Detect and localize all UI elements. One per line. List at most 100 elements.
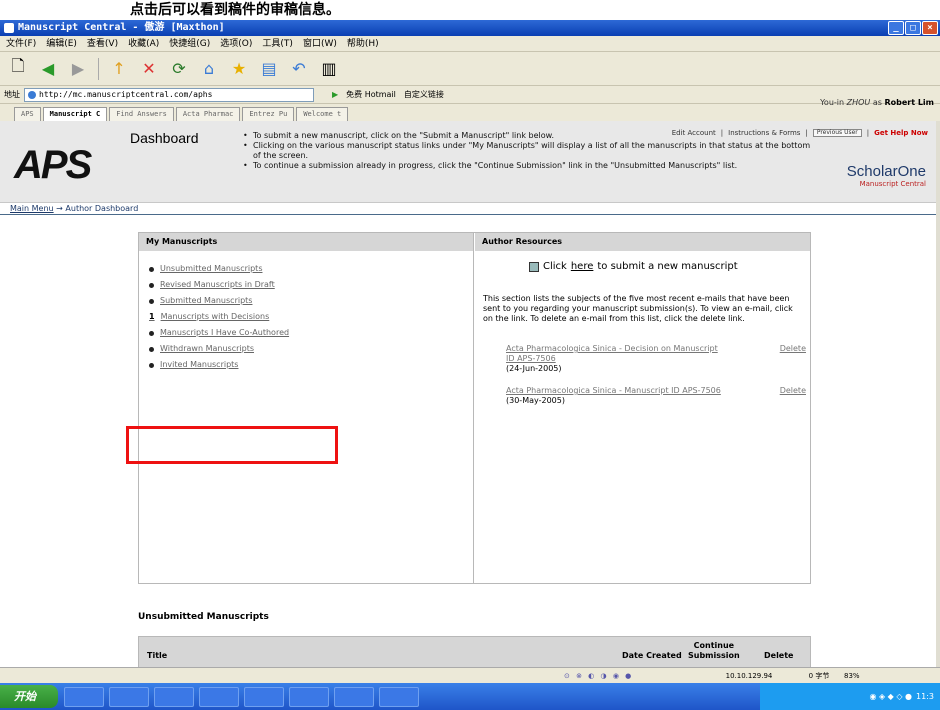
back-icon[interactable]: ◀ bbox=[36, 57, 60, 81]
status-bytes: 0 字节 bbox=[808, 672, 830, 680]
history-icon[interactable]: ▤ bbox=[257, 57, 281, 81]
manuscript-status-link[interactable]: Invited Manuscripts bbox=[149, 357, 473, 373]
address-label: 地址 bbox=[4, 90, 20, 99]
my-manuscripts-panel: My Manuscripts Unsubmitted Manuscripts R… bbox=[139, 233, 474, 583]
menu-help[interactable]: 帮助(H) bbox=[347, 36, 379, 51]
instructions-list: To submit a new manuscript, click on the… bbox=[243, 131, 818, 171]
brand-name: ScholarOne bbox=[846, 163, 926, 180]
start-button[interactable]: 开始 bbox=[0, 685, 58, 708]
maximize-button[interactable]: □ bbox=[905, 21, 921, 35]
breadcrumb-current: Author Dashboard bbox=[65, 204, 139, 213]
breadcrumb: Main Menu → Author Dashboard bbox=[0, 203, 936, 215]
tab-entrez[interactable]: Entrez Pu bbox=[242, 107, 295, 121]
task-button[interactable] bbox=[199, 686, 239, 707]
go-icon[interactable]: ▶ bbox=[332, 90, 338, 99]
menu-edit[interactable]: 编辑(E) bbox=[46, 36, 77, 51]
submit-here-link[interactable]: here bbox=[571, 261, 594, 272]
minimize-button[interactable]: _ bbox=[888, 21, 904, 35]
col-title[interactable]: Title bbox=[147, 651, 167, 660]
title-bar: Manuscript Central - 傲游 [Maxthon] _ □ × bbox=[0, 20, 940, 36]
manuscript-status-link[interactable]: Unsubmitted Manuscripts bbox=[149, 261, 473, 277]
author-resources-panel: Author Resources Click here to submit a … bbox=[475, 233, 810, 583]
get-help-link[interactable]: Get Help Now bbox=[874, 129, 928, 137]
task-button[interactable] bbox=[334, 686, 374, 707]
previous-user-button[interactable]: Previous User bbox=[812, 129, 862, 137]
highlight-box bbox=[126, 426, 338, 464]
system-tray: ◉ ◈ ◆ ◇ ● 11:3 bbox=[760, 683, 940, 710]
tab-welcome[interactable]: Welcome t bbox=[296, 107, 349, 121]
menu-options[interactable]: 选项(O) bbox=[220, 36, 252, 51]
task-button[interactable] bbox=[379, 686, 419, 707]
menu-groups[interactable]: 快捷组(G) bbox=[169, 36, 210, 51]
window-title: Manuscript Central - 傲游 [Maxthon] bbox=[18, 22, 225, 33]
logged-in-status: You-in ZHOU as Robert Lim bbox=[820, 98, 934, 107]
menu-window[interactable]: 窗口(W) bbox=[303, 36, 337, 51]
col-delete[interactable]: Delete bbox=[764, 651, 793, 660]
link-hotmail[interactable]: 免费 Hotmail bbox=[346, 89, 396, 100]
brand-subtitle: Manuscript Central bbox=[859, 180, 926, 188]
task-button[interactable] bbox=[244, 686, 284, 707]
user-name: Robert Lim bbox=[884, 98, 934, 107]
clock: 11:3 bbox=[916, 692, 934, 701]
manuscript-status-link[interactable]: Withdrawn Manuscripts bbox=[149, 341, 473, 357]
status-ip: 10.10.129.94 bbox=[725, 672, 773, 680]
vertical-scrollbar[interactable] bbox=[936, 121, 940, 667]
tab-aps[interactable]: APS bbox=[14, 107, 41, 121]
close-button[interactable]: × bbox=[922, 21, 938, 35]
page-caption: 点击后可以看到稿件的审稿信息。 bbox=[0, 0, 940, 20]
col-continue[interactable]: Continue Submission bbox=[688, 641, 740, 661]
stop-icon[interactable]: ✕ bbox=[137, 57, 161, 81]
forward-icon[interactable]: ▶ bbox=[66, 57, 90, 81]
tray-icons[interactable]: ◉ ◈ ◆ ◇ ● bbox=[869, 692, 912, 701]
email-delete-link[interactable]: Delete bbox=[780, 344, 806, 354]
task-button[interactable] bbox=[109, 686, 149, 707]
tab-manuscript-central[interactable]: Manuscript C bbox=[42, 107, 108, 121]
dashboard-panels: My Manuscripts Unsubmitted Manuscripts R… bbox=[138, 232, 811, 584]
undo-close-icon[interactable]: ↶ bbox=[287, 57, 311, 81]
task-button[interactable] bbox=[154, 686, 194, 707]
col-date-created[interactable]: Date Created bbox=[622, 651, 682, 660]
document-icon bbox=[529, 261, 539, 272]
new-window-icon[interactable]: 🗋 bbox=[6, 56, 30, 81]
instruction-item: To continue a submission already in prog… bbox=[243, 161, 818, 171]
manuscript-status-link[interactable]: Submitted Manuscripts bbox=[149, 293, 473, 309]
tab-bar: APS Manuscript C Find Answers Acta Pharm… bbox=[0, 104, 940, 122]
manuscript-status-link[interactable]: Revised Manuscripts in Draft bbox=[149, 277, 473, 293]
link-custom[interactable]: 自定义链接 bbox=[404, 89, 444, 100]
unsubmitted-heading: Unsubmitted Manuscripts bbox=[138, 612, 269, 622]
toolbar: 🗋 ◀ ▶ ↑ ✕ ⟳ ⌂ ★ ▤ ↶ ▥ bbox=[0, 52, 940, 86]
instruction-item: To submit a new manuscript, click on the… bbox=[243, 131, 818, 141]
taskbar: 开始 ◉ ◈ ◆ ◇ ● 11:3 bbox=[0, 683, 940, 710]
url-input[interactable]: http://mc.manuscriptcentral.com/aphs bbox=[24, 87, 314, 102]
tab-find-answers[interactable]: Find Answers bbox=[109, 107, 174, 121]
menu-tools[interactable]: 工具(T) bbox=[262, 36, 293, 51]
menu-file[interactable]: 文件(F) bbox=[6, 36, 36, 51]
my-manuscripts-heading: My Manuscripts bbox=[139, 233, 473, 251]
favorites-star-icon[interactable]: ★ bbox=[227, 57, 251, 81]
refresh-icon[interactable]: ⟳ bbox=[167, 57, 191, 81]
home-icon[interactable]: ⌂ bbox=[197, 57, 221, 81]
task-button[interactable] bbox=[64, 686, 104, 707]
status-icons: ⊙ ⊗ ◐ ◑ ◉ ● bbox=[564, 672, 634, 680]
page-title: Dashboard bbox=[130, 130, 199, 146]
email-item: Acta Pharmacologica Sinica - Decision on… bbox=[506, 344, 806, 374]
status-zoom[interactable]: 83% bbox=[844, 668, 860, 683]
task-button[interactable] bbox=[289, 686, 329, 707]
tile-icon[interactable]: ▥ bbox=[317, 57, 341, 81]
tab-acta-pharmac[interactable]: Acta Pharmac bbox=[175, 107, 241, 121]
aps-logo: APS bbox=[14, 143, 92, 187]
manuscripts-with-decisions-link[interactable]: 1 Manuscripts with Decisions bbox=[149, 309, 473, 325]
scholarone-brand: ScholarOne Manuscript Central bbox=[847, 163, 926, 188]
main-menu-link[interactable]: Main Menu bbox=[10, 204, 54, 213]
email-delete-link[interactable]: Delete bbox=[780, 386, 806, 396]
email-subject-link[interactable]: Acta Pharmacologica Sinica - Manuscript … bbox=[506, 386, 726, 396]
up-icon[interactable]: ↑ bbox=[107, 57, 131, 81]
menu-favorites[interactable]: 收藏(A) bbox=[128, 36, 159, 51]
menu-view[interactable]: 查看(V) bbox=[87, 36, 118, 51]
email-subject-link[interactable]: Acta Pharmacologica Sinica - Decision on… bbox=[506, 344, 726, 364]
maxthon-icon bbox=[4, 23, 14, 33]
email-item: Acta Pharmacologica Sinica - Manuscript … bbox=[506, 386, 806, 406]
status-bar: ⊙ ⊗ ◐ ◑ ◉ ● 10.10.129.94 0 字节 83% bbox=[0, 667, 940, 683]
manuscript-status-link[interactable]: Manuscripts I Have Co-Authored bbox=[149, 325, 473, 341]
menu-bar: 文件(F) 编辑(E) 查看(V) 收藏(A) 快捷组(G) 选项(O) 工具(… bbox=[0, 36, 940, 52]
